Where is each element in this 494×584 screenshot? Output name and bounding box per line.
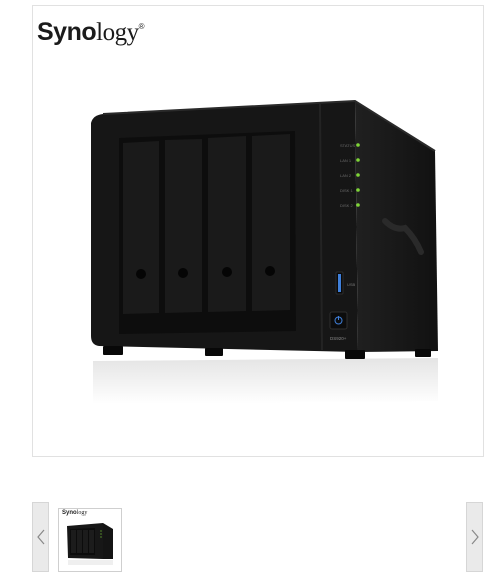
- drive-tray-1: [123, 141, 159, 314]
- model-label: DS920+: [330, 336, 347, 341]
- drive-tray-3: [208, 136, 246, 312]
- thumbnail-image[interactable]: Synology: [58, 508, 122, 572]
- previous-image-button[interactable]: [32, 502, 49, 572]
- drive-tray-2: [165, 139, 202, 313]
- chevron-right-icon: [471, 529, 479, 545]
- usb-label: USB: [347, 282, 356, 287]
- thumbnail-nas-image: [67, 523, 113, 565]
- led-label: DISK 2: [340, 203, 353, 208]
- led-label: STATUS: [340, 143, 356, 148]
- led-label: DISK 1: [340, 188, 353, 193]
- nas-device-image: STATUS LAN 1 LAN 2 DISK 1 DISK 2 USB DS9…: [91, 99, 438, 404]
- led-label: LAN 1: [340, 158, 352, 163]
- led-label: LAN 2: [340, 173, 352, 178]
- power-button: [329, 311, 348, 330]
- main-product-image[interactable]: Synology® STATUS LAN 1 LAN 2 DISK 1 DISK…: [32, 5, 484, 457]
- thumbnail-carousel: Synology: [32, 502, 483, 574]
- drive-tray-4: [252, 134, 290, 311]
- chevron-left-icon: [36, 529, 44, 545]
- next-image-button[interactable]: [466, 502, 483, 572]
